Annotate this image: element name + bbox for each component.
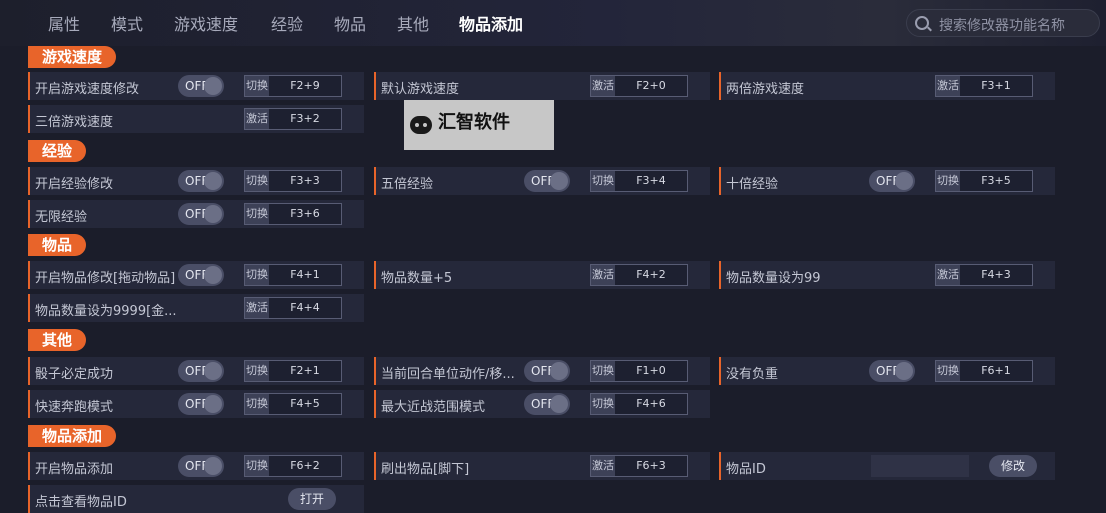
option-item-set-9999: 物品数量设为9999[金... 激活 F4+4 — [28, 294, 364, 322]
hotkey-box[interactable]: 切换 F1+0 — [590, 360, 688, 382]
option-view-item-id: 点击查看物品ID 打开 — [28, 485, 364, 513]
option-label: 物品数量设为99 — [726, 271, 821, 286]
option-label: 十倍经验 — [726, 177, 779, 192]
option-label: 骰子必定成功 — [35, 367, 114, 382]
option-label: 物品数量+5 — [381, 271, 453, 286]
tab-attributes[interactable]: 属性 — [48, 11, 80, 35]
hotkey-box[interactable]: 切换 F4+1 — [244, 264, 342, 286]
option-label: 物品ID — [726, 462, 766, 477]
option-spawn-item: 刷出物品[脚下] 激活 F6+3 — [374, 452, 710, 480]
option-triple-speed: 三倍游戏速度 激活 F3+2 — [28, 105, 364, 133]
toggle-switch[interactable]: OFF — [869, 170, 915, 192]
option-label: 开启物品添加 — [35, 462, 114, 477]
tab-experience[interactable]: 经验 — [271, 11, 303, 35]
hotkey-box[interactable]: 切换 F3+4 — [590, 170, 688, 192]
toggle-switch[interactable]: OFF — [178, 264, 224, 286]
option-enable-exp-mod: 开启经验修改 OFF 切换 F3+3 — [28, 167, 364, 195]
option-five-times-exp: 五倍经验 OFF 切换 F3+4 — [374, 167, 710, 195]
search-input[interactable]: 搜索修改器功能名称 — [906, 9, 1100, 37]
option-label: 刷出物品[脚下] — [381, 462, 470, 477]
option-label: 没有负重 — [726, 367, 779, 382]
section-item-add-header: 物品添加 — [28, 425, 117, 447]
option-infinite-exp: 无限经验 OFF 切换 F3+6 — [28, 200, 364, 228]
gamepad-icon — [410, 116, 432, 134]
tab-game-speed[interactable]: 游戏速度 — [174, 11, 238, 35]
hotkey-box[interactable]: 切换 F2+9 — [244, 75, 342, 97]
top-nav-bar: 属性 模式 游戏速度 经验 物品 其他 物品添加 搜索修改器功能名称 — [0, 0, 1106, 46]
option-default-speed: 默认游戏速度 激活 F2+0 — [374, 72, 710, 100]
section-other-header: 其他 — [28, 329, 87, 351]
option-dice-always-succeed: 骰子必定成功 OFF 切换 F2+1 — [28, 357, 364, 385]
option-item-plus-five: 物品数量+5 激活 F4+2 — [374, 261, 710, 289]
section-experience-header: 经验 — [28, 140, 87, 162]
option-max-melee-range: 最大近战范围模式 OFF 切换 F4+6 — [374, 390, 710, 418]
hotkey-box[interactable]: 切换 F3+5 — [935, 170, 1033, 192]
hotkey-box[interactable]: 切换 F4+5 — [244, 393, 342, 415]
option-item-set-99: 物品数量设为99 激活 F4+3 — [719, 261, 1055, 289]
toggle-switch[interactable]: OFF — [178, 75, 224, 97]
option-enable-item-mod: 开启物品修改[拖动物品] OFF 切换 F4+1 — [28, 261, 364, 289]
option-label: 快速奔跑模式 — [35, 400, 114, 415]
option-label: 默认游戏速度 — [381, 82, 460, 97]
section-game-speed-header: 游戏速度 — [28, 46, 117, 68]
option-unit-action-move: 当前回合单位动作/移... OFF 切换 F1+0 — [374, 357, 710, 385]
tab-mode[interactable]: 模式 — [111, 11, 143, 35]
hotkey-box[interactable]: 切换 F3+3 — [244, 170, 342, 192]
toggle-switch[interactable]: OFF — [869, 360, 915, 382]
toggle-switch[interactable]: OFF — [178, 393, 224, 415]
option-enable-item-add: 开启物品添加 OFF 切换 F6+2 — [28, 452, 364, 480]
option-label: 最大近战范围模式 — [381, 400, 486, 415]
hotkey-box[interactable]: 切换 F6+2 — [244, 455, 342, 477]
option-double-speed: 两倍游戏速度 激活 F3+1 — [719, 72, 1055, 100]
option-fast-run: 快速奔跑模式 OFF 切换 F4+5 — [28, 390, 364, 418]
open-button[interactable]: 打开 — [288, 488, 337, 510]
hotkey-box[interactable]: 激活 F4+4 — [244, 297, 342, 319]
toggle-switch[interactable]: OFF — [178, 360, 224, 382]
toggle-switch[interactable]: OFF — [178, 203, 224, 225]
hotkey-box[interactable]: 激活 F6+3 — [590, 455, 688, 477]
hotkey-box[interactable]: 激活 F3+1 — [935, 75, 1033, 97]
option-ten-times-exp: 十倍经验 OFF 切换 F3+5 — [719, 167, 1055, 195]
option-label: 开启经验修改 — [35, 177, 114, 192]
toggle-switch[interactable]: OFF — [524, 393, 570, 415]
option-no-weight: 没有负重 OFF 切换 F6+1 — [719, 357, 1055, 385]
tab-other[interactable]: 其他 — [397, 11, 429, 35]
tab-items[interactable]: 物品 — [334, 11, 366, 35]
option-enable-speed-mod: 开启游戏速度修改 OFF 切换 F2+9 — [28, 72, 364, 100]
option-label: 物品数量设为9999[金... — [35, 304, 177, 319]
toggle-switch[interactable]: OFF — [178, 170, 224, 192]
toggle-switch[interactable]: OFF — [524, 360, 570, 382]
option-label: 开启物品修改[拖动物品] — [35, 271, 176, 286]
toggle-switch[interactable]: OFF — [178, 455, 224, 477]
option-label: 三倍游戏速度 — [35, 115, 114, 130]
hotkey-box[interactable]: 激活 F4+2 — [590, 264, 688, 286]
watermark-logo: 汇智软件 — [404, 100, 554, 150]
modify-button[interactable]: 修改 — [989, 455, 1038, 477]
search-placeholder: 搜索修改器功能名称 — [939, 18, 1065, 34]
option-item-id: 物品ID 修改 — [719, 452, 1055, 480]
hotkey-box[interactable]: 激活 F2+0 — [590, 75, 688, 97]
option-label: 点击查看物品ID — [35, 495, 127, 510]
item-id-input[interactable] — [871, 455, 969, 477]
hotkey-box[interactable]: 切换 F2+1 — [244, 360, 342, 382]
hotkey-box[interactable]: 切换 F3+6 — [244, 203, 342, 225]
option-label: 五倍经验 — [381, 177, 434, 192]
option-label: 两倍游戏速度 — [726, 82, 805, 97]
option-label: 开启游戏速度修改 — [35, 82, 140, 97]
section-items-header: 物品 — [28, 234, 87, 256]
toggle-switch[interactable]: OFF — [524, 170, 570, 192]
search-icon — [915, 16, 929, 30]
option-label: 当前回合单位动作/移... — [381, 367, 515, 382]
hotkey-box[interactable]: 切换 F6+1 — [935, 360, 1033, 382]
tab-item-add[interactable]: 物品添加 — [459, 11, 523, 35]
watermark-text: 汇智软件 — [438, 112, 510, 133]
hotkey-box[interactable]: 激活 F3+2 — [244, 108, 342, 130]
hotkey-box[interactable]: 切换 F4+6 — [590, 393, 688, 415]
hotkey-box[interactable]: 激活 F4+3 — [935, 264, 1033, 286]
option-label: 无限经验 — [35, 210, 88, 225]
